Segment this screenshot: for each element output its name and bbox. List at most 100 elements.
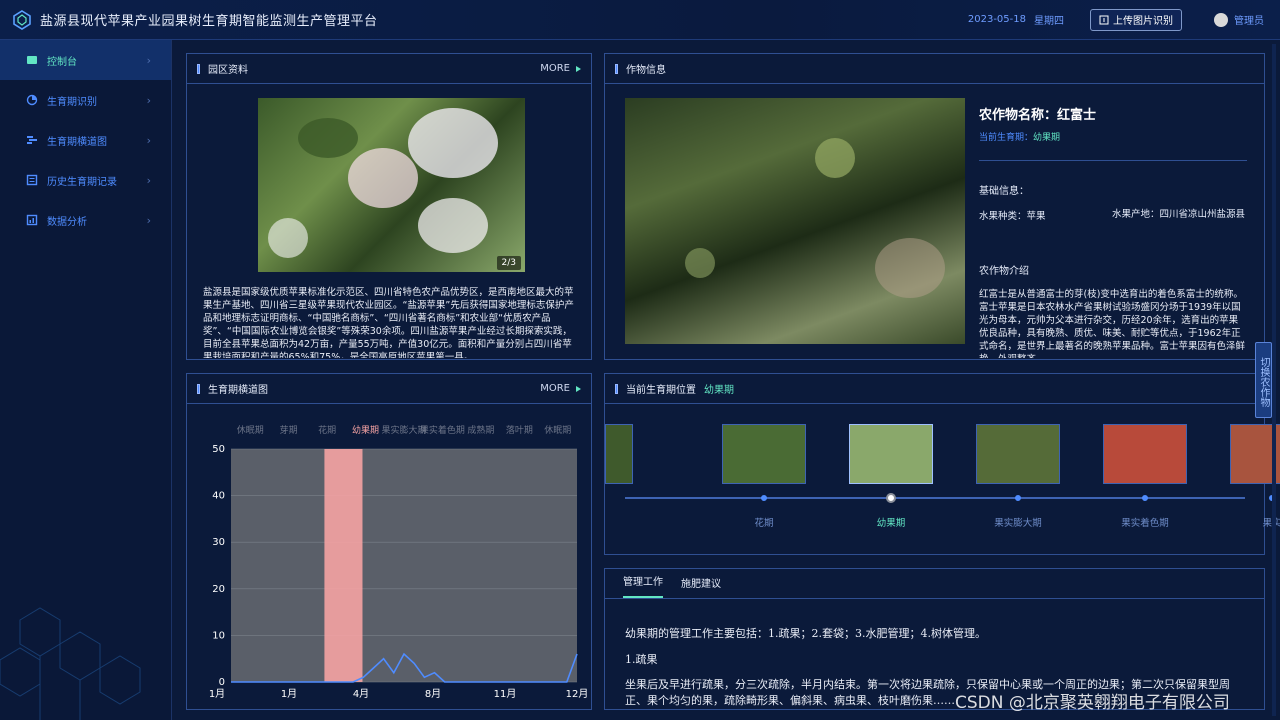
park-info-panel: 园区资料 MORE 2/3 盐源县是国家级优质苹果标准化示范区、四川省特色农产品… [186,53,592,360]
fruit-origin: 水果产地：四川省凉山州盐源县 [1112,209,1246,220]
dashboard-icon [27,56,37,64]
management-summary: 幼果期的管理工作主要包括：1.疏果；2.套袋；3.水肥管理；4.树体管理。 [625,627,986,640]
crop-photo [625,98,965,344]
watermark-text: CSDN @北京聚英翱翔电子有限公司 [955,693,1230,713]
recognize-icon [26,94,38,106]
crop-intro-text: 红富士是从普通富士的芽(枝)变中选育出的着色系富士的统称。富士苹果是日本农林水产… [979,289,1246,358]
timeline-dot[interactable] [1015,495,1021,501]
chevron-right-icon: › [146,53,151,67]
sidebar: 控制台 › 生育期识别 › 生育期横道图 › 历史生育期记录 › 数据分析 › [0,40,172,720]
top-bar: 盐源县现代苹果产业园果树生育期智能监测生产管理平台 2023-05-18 星期四… [0,0,1280,40]
crop-name: 农作物名称：红富士 [979,108,1097,123]
crop-current-stage: 当前生育期：幼果期 [979,133,1061,143]
panel-title: 园区资料 [208,65,248,76]
sidebar-item-label: 控制台 [47,56,77,68]
stage-thumbnail[interactable] [849,424,933,484]
user-name[interactable]: 管理员 [1234,12,1264,27]
highlight-stage-bar [324,449,363,682]
stage-label: 休眠期 [237,424,264,436]
chevron-right-icon: › [146,93,151,107]
stage-label: 花期 [754,518,774,529]
park-more-link[interactable]: MORE [540,63,581,74]
y-tick-label: 0 [219,677,225,688]
user-avatar[interactable] [1214,12,1228,27]
x-tick-label: 11月 [494,688,517,700]
analysis-icon [26,214,38,226]
tab-management[interactable]: 管理工作 [623,573,663,598]
divider [979,160,1247,161]
timeline-dot[interactable] [1142,495,1148,501]
upload-image-button[interactable]: 上传图片识别 [1090,8,1182,31]
page-scrollbar[interactable] [1272,44,1276,716]
x-tick-label: 1月 [209,688,225,700]
stage-label: 休眠期 [544,424,571,436]
chevron-right-icon: › [146,173,151,187]
fruit-type: 水果种类：苹果 [979,211,1046,222]
sidebar-item-dashboard[interactable]: 控制台 › [0,40,171,80]
panel-title: 当前生育期位置 [626,385,696,396]
gantt-panel: 生育期横道图 MORE 0 10 20 30 40 50 休眠期 芽期 花期 幼果期 果实膨大期 果实… [186,373,592,710]
x-tick-label: 4月 [353,688,369,700]
caret-right-icon [576,385,581,392]
crop-intro-label: 农作物介绍 [979,266,1029,277]
management-heading: 1.疏果 [625,653,658,666]
tab-fertilizer[interactable]: 施肥建议 [681,575,721,598]
upload-image-label: 上传图片识别 [1113,16,1173,27]
switch-crop-button[interactable]: 切换农作物 [1255,342,1272,418]
chart-plot-area [231,449,577,682]
management-tabs: 管理工作 施肥建议 [605,569,1264,599]
carousel-counter: 2/3 [496,256,521,270]
hexagon-decoration-icon [0,607,141,720]
current-weekday: 星期四 [1034,16,1064,27]
stage-label: 落叶期 [506,424,533,436]
stage-label: 成熟期 [467,424,494,436]
stage-label: 幼果期 [352,424,379,436]
sidebar-item-label: 历史生育期记录 [47,176,117,188]
sidebar-item-label: 数据分析 [47,216,87,228]
y-tick-label: 10 [212,630,225,641]
sidebar-item-label: 生育期横道图 [47,136,107,148]
stage-thumbnail[interactable] [722,424,806,484]
park-photo-carousel[interactable]: 2/3 [258,98,525,272]
sidebar-item-gantt[interactable]: 生育期横道图 › [0,120,171,160]
gantt-more-link[interactable]: MORE [540,383,581,394]
stage-label: 幼果期 [876,518,906,529]
gantt-chart: 01020304050休眠期 芽期 花期 幼果期 果实膨大期果实着色期 成熟期 落叶期 休眠期… [209,424,589,700]
stage-thumbnail[interactable] [976,424,1060,484]
y-tick-label: 20 [212,584,225,595]
timeline-dot[interactable] [761,495,767,501]
y-tick-label: 50 [212,444,225,455]
stage-label: 果实着色期 [1121,518,1169,529]
gantt-icon [27,136,37,144]
basic-info-label: 基础信息： [979,186,1029,197]
stage-label: 果实膨大期 [994,518,1042,529]
stage-thumbnail[interactable] [1103,424,1187,484]
current-date: 2023-05-18 [967,14,1026,25]
stage-label: 果实着色期 [420,424,465,436]
platform-logo-icon [13,9,31,30]
y-tick-label: 30 [212,537,225,548]
history-icon [26,174,38,186]
timeline-dot[interactable] [886,493,896,503]
page-title: 盐源县现代苹果产业园果树生育期智能监测生产管理平台 [40,14,378,29]
y-tick-label: 40 [212,491,225,502]
sidebar-item-history[interactable]: 历史生育期记录 › [0,160,171,200]
caret-right-icon [576,65,581,72]
x-tick-label: 1月 [281,688,297,700]
upload-icon [1099,15,1109,24]
sidebar-item-label: 生育期识别 [47,96,97,108]
chevron-right-icon: › [146,133,151,147]
sidebar-item-stage-recognition[interactable]: 生育期识别 › [0,80,171,120]
position-current-stage: 幼果期 [704,385,734,396]
x-tick-label: 12月 [566,688,589,700]
x-tick-label: 8月 [425,688,441,700]
stage-label: 花期 [318,424,336,436]
sidebar-item-analysis[interactable]: 数据分析 › [0,200,171,240]
stage-thumbnail[interactable] [605,424,633,484]
stage-label: 芽期 [280,424,298,436]
timeline-track [625,497,1245,499]
panel-title: 作物信息 [626,65,666,76]
panel-title: 生育期横道图 [208,385,268,396]
park-description: 盐源县是国家级优质苹果标准化示范区、四川省特色农产品优势区，是西南地区最大的苹果… [203,287,574,358]
chevron-right-icon: › [146,213,151,227]
